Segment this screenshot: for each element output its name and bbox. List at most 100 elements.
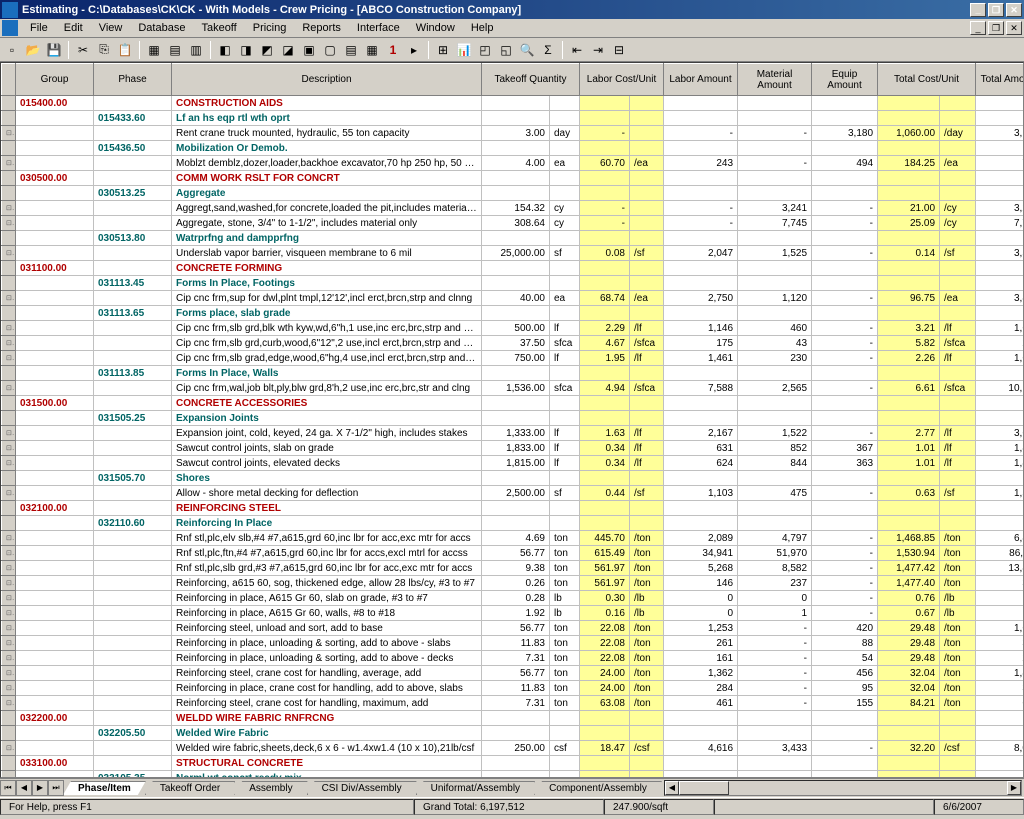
scroll-right-button[interactable]: ▶ [1007, 781, 1021, 795]
phase-cell[interactable] [94, 291, 172, 306]
row-header[interactable]: ⊡ [2, 291, 16, 306]
table-row[interactable]: ⊡Reinforcing, a615 60, sog, thickened ed… [2, 576, 1024, 591]
phase-cell[interactable] [94, 336, 172, 351]
total-amt-cell[interactable]: 3,572 [976, 246, 1024, 261]
labor-amt-cell[interactable]: - [664, 201, 738, 216]
material-amt-cell[interactable] [738, 501, 812, 516]
group-cell[interactable] [16, 306, 94, 321]
labor-amt-cell[interactable] [664, 516, 738, 531]
labor-cu-cell[interactable]: 0.44 [580, 486, 630, 501]
equip-amt-cell[interactable]: - [812, 591, 878, 606]
total-cu-unit-cell[interactable]: /cy [940, 216, 976, 231]
qty-cell[interactable] [482, 186, 550, 201]
total-cu-cell[interactable]: 3.21 [878, 321, 940, 336]
section-cell[interactable]: REINFORCING STEEL [172, 501, 482, 516]
labor-cu-cell[interactable]: 22.08 [580, 651, 630, 666]
section-cell[interactable]: STRUCTURAL CONCRETE [172, 756, 482, 771]
group-cell[interactable] [16, 516, 94, 531]
labor-cu-cell[interactable]: 1.63 [580, 426, 630, 441]
description-cell[interactable]: Aggregate, stone, 3/4" to 1-1/2", includ… [172, 216, 482, 231]
subsection-cell[interactable]: Welded Wire Fabric [172, 726, 482, 741]
total-cu-unit-cell[interactable]: /ea [940, 156, 976, 171]
total-amt-cell[interactable]: 616 [976, 696, 1024, 711]
total-amt-cell[interactable]: 8,049 [976, 741, 1024, 756]
description-cell[interactable]: Sawcut control joints, slab on grade [172, 441, 482, 456]
phase-cell[interactable] [94, 156, 172, 171]
qty-unit-cell[interactable]: lf [550, 321, 580, 336]
total-cu-unit-cell[interactable]: /ton [940, 681, 976, 696]
group-cell[interactable] [16, 696, 94, 711]
labor-cu-unit-cell[interactable]: /sfca [630, 381, 664, 396]
total-cu-unit-cell[interactable] [940, 171, 976, 186]
group-cell[interactable] [16, 471, 94, 486]
phase-cell[interactable] [94, 696, 172, 711]
description-cell[interactable]: Rnf stl,plc,slb grd,#3 #7,a615,grd 60,in… [172, 561, 482, 576]
description-cell[interactable]: Cip cnc frm,wal,job blt,ply,blw grd,8'h,… [172, 381, 482, 396]
tool-button-6[interactable]: ◩ [257, 40, 277, 60]
qty-cell[interactable] [482, 396, 550, 411]
labor-amt-cell[interactable] [664, 396, 738, 411]
qty-cell[interactable] [482, 171, 550, 186]
labor-cu-cell[interactable] [580, 756, 630, 771]
qty-cell[interactable]: 250.00 [482, 741, 550, 756]
section-cell[interactable]: WELDD WIRE FABRIC RNFRCNG [172, 711, 482, 726]
group-cell[interactable] [16, 381, 94, 396]
total-cu-unit-cell[interactable]: /lf [940, 321, 976, 336]
material-amt-cell[interactable]: 2,565 [738, 381, 812, 396]
qty-unit-cell[interactable] [550, 261, 580, 276]
mdi-icon[interactable] [2, 20, 18, 36]
labor-cu-unit-cell[interactable] [630, 516, 664, 531]
qty-cell[interactable] [482, 111, 550, 126]
row-header-col[interactable] [2, 64, 16, 96]
labor-cu-unit-cell[interactable] [630, 366, 664, 381]
labor-amt-cell[interactable]: 261 [664, 636, 738, 651]
subsection-cell[interactable]: Forms In Place, Footings [172, 276, 482, 291]
qty-cell[interactable] [482, 471, 550, 486]
equip-amt-cell[interactable]: - [812, 351, 878, 366]
labor-amt-cell[interactable]: 34,941 [664, 546, 738, 561]
labor-amt-cell[interactable] [664, 411, 738, 426]
equip-amt-cell[interactable] [812, 111, 878, 126]
total-cu-unit-cell[interactable]: /csf [940, 741, 976, 756]
phase-cell[interactable]: 031505.25 [94, 411, 172, 426]
phase-cell[interactable] [94, 561, 172, 576]
section-cell[interactable]: CONCRETE FORMING [172, 261, 482, 276]
row-header[interactable]: ⊡ [2, 561, 16, 576]
total-cu-unit-cell[interactable]: /ton [940, 651, 976, 666]
labor-amt-cell[interactable]: 1,461 [664, 351, 738, 366]
table-row[interactable]: 031113.65Forms place, slab grade [2, 306, 1024, 321]
row-header[interactable] [2, 396, 16, 411]
subsection-cell[interactable]: Shores [172, 471, 482, 486]
description-cell[interactable]: Rnf stl,plc,ftn,#4 #7,a615,grd 60,inc lb… [172, 546, 482, 561]
equip-amt-cell[interactable]: 456 [812, 666, 878, 681]
total-cu-unit-cell[interactable]: /ton [940, 636, 976, 651]
labor-amt-cell[interactable]: 5,268 [664, 561, 738, 576]
qty-unit-cell[interactable]: lf [550, 351, 580, 366]
qty-unit-cell[interactable] [550, 411, 580, 426]
equip-amt-cell[interactable] [812, 771, 878, 779]
table-row[interactable]: 030500.00COMM WORK RSLT FOR CONCRT [2, 171, 1024, 186]
equip-amt-cell[interactable]: 54 [812, 651, 878, 666]
labor-cu-unit-cell[interactable]: /ton [630, 546, 664, 561]
material-amt-cell[interactable]: 1,525 [738, 246, 812, 261]
phase-cell[interactable] [94, 126, 172, 141]
labor-amt-cell[interactable]: 2,047 [664, 246, 738, 261]
description-cell[interactable]: Reinforcing in place, unloading & sortin… [172, 651, 482, 666]
group-cell[interactable] [16, 111, 94, 126]
description-cell[interactable]: Reinforcing steel, crane cost for handli… [172, 696, 482, 711]
sheet-tab[interactable]: Component/Assembly [534, 781, 662, 795]
row-header[interactable]: ⊡ [2, 486, 16, 501]
qty-unit-cell[interactable]: cy [550, 216, 580, 231]
table-row[interactable]: 031505.70Shores [2, 471, 1024, 486]
description-cell[interactable]: Moblzt demblz,dozer,loader,backhoe excav… [172, 156, 482, 171]
total-cu-cell[interactable] [878, 231, 940, 246]
labor-cu-unit-cell[interactable]: /sfca [630, 336, 664, 351]
tool-button-16[interactable]: ◱ [496, 40, 516, 60]
phase-cell[interactable]: 031505.70 [94, 471, 172, 486]
total-amt-cell[interactable] [976, 396, 1024, 411]
row-header[interactable]: ⊡ [2, 606, 16, 621]
total-cu-cell[interactable]: 0.76 [878, 591, 940, 606]
sheet-tab[interactable]: Phase/Item [63, 781, 146, 795]
qty-unit-cell[interactable] [550, 171, 580, 186]
qty-cell[interactable] [482, 501, 550, 516]
